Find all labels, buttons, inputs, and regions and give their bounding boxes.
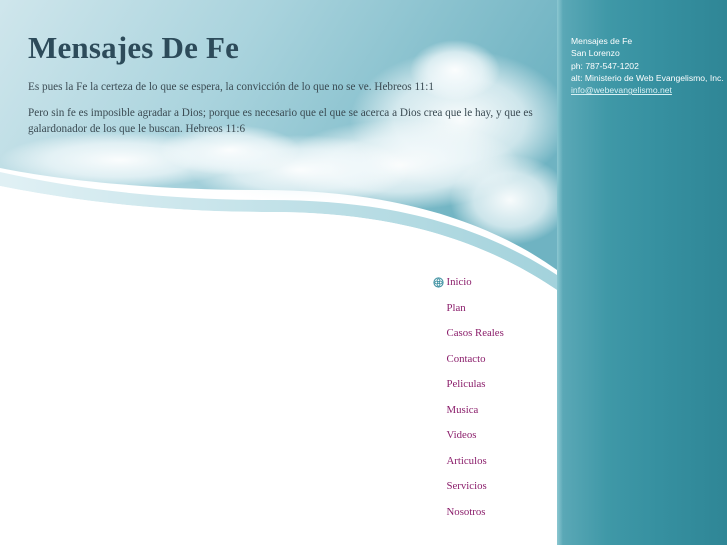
nav-link-nosotros[interactable]: Nosotros	[447, 506, 486, 518]
nav-item-contacto[interactable]: Contacto	[432, 353, 504, 379]
nav-item-inicio[interactable]: Inicio	[432, 276, 504, 302]
nav-item-articulos[interactable]: Articulos	[432, 455, 504, 481]
nav-link-articulos[interactable]: Articulos	[447, 455, 487, 467]
sidebar-edge-highlight	[557, 0, 563, 545]
nav-link-musica[interactable]: Musica	[447, 404, 479, 416]
nav-item-peliculas[interactable]: Peliculas	[432, 378, 504, 404]
contact-email-link[interactable]: info@webevangelismo.net	[571, 85, 672, 95]
nav-link-plan[interactable]: Plan	[447, 302, 466, 314]
nav-link-casos-reales[interactable]: Casos Reales	[447, 327, 504, 339]
nav-link-contacto[interactable]: Contacto	[447, 353, 486, 365]
nav-item-videos[interactable]: Videos	[432, 429, 504, 455]
contact-name: Mensajes de Fe	[571, 36, 633, 46]
page-title: Mensajes De Fe	[28, 30, 240, 65]
main-navigation: Inicio Plan Casos Reales Contacto Pelicu…	[432, 276, 504, 531]
contact-alt: alt: Ministerio de Web Evangelismo, Inc.	[571, 72, 724, 83]
verse-hebreos-11-6: Pero sin fe es imposible agradar a Dios;…	[28, 107, 533, 135]
verse-hebreos-11-1: Es pues la Fe la certeza de lo que se es…	[28, 81, 434, 93]
nav-item-plan[interactable]: Plan	[432, 302, 504, 328]
contact-sidebar: Mensajes de Fe San Lorenzo ph: 787-547-1…	[557, 0, 727, 545]
nav-item-nosotros[interactable]: Nosotros	[432, 506, 504, 532]
contact-block: Mensajes de Fe San Lorenzo ph: 787-547-1…	[571, 35, 724, 96]
active-flower-icon	[433, 277, 444, 288]
header-sky-banner: Mensajes De Fe Es pues la Fe la certeza …	[0, 0, 557, 545]
nav-item-servicios[interactable]: Servicios	[432, 480, 504, 506]
contact-phone: ph: 787-547-1202	[571, 60, 639, 71]
nav-item-musica[interactable]: Musica	[432, 404, 504, 430]
nav-item-casos-reales[interactable]: Casos Reales	[432, 327, 504, 353]
nav-link-inicio[interactable]: Inicio	[447, 276, 472, 288]
nav-link-peliculas[interactable]: Peliculas	[447, 378, 486, 390]
nav-link-videos[interactable]: Videos	[447, 429, 477, 441]
nav-link-servicios[interactable]: Servicios	[447, 480, 487, 492]
contact-city: San Lorenzo	[571, 48, 620, 59]
